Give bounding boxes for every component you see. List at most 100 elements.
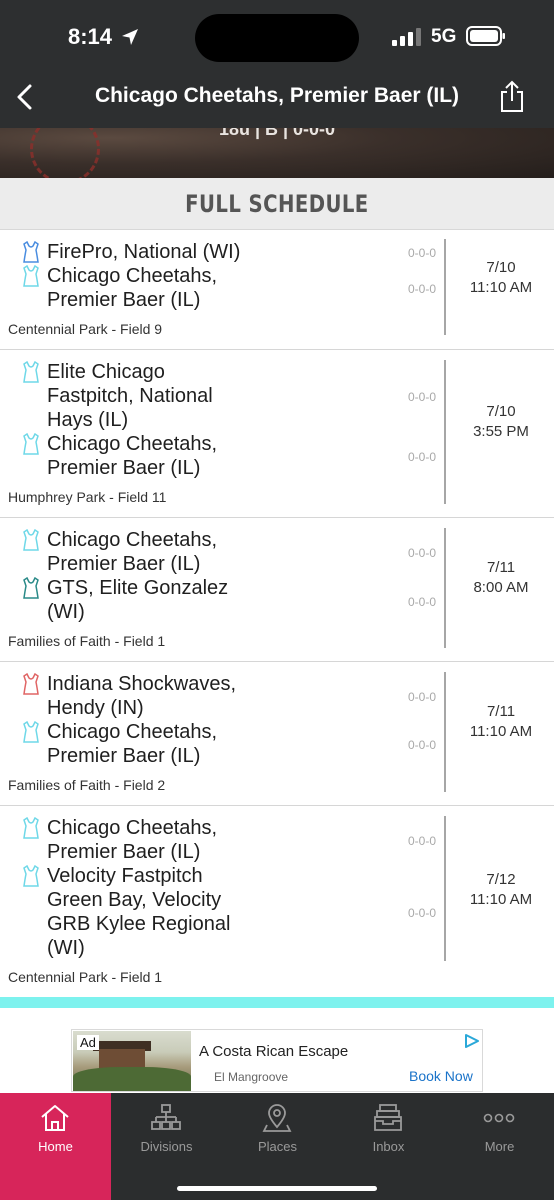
team-summary: 18u | B | 0-0-0 <box>218 128 336 139</box>
inbox-icon <box>374 1104 402 1131</box>
game-team-1: Indiana Shockwaves, Hendy (IN) <box>22 672 257 720</box>
team-name: Chicago Cheetahs, Premier Baer (IL) <box>47 721 218 767</box>
home-indicator[interactable] <box>177 1186 377 1191</box>
row-divider <box>444 360 446 504</box>
game-datetime: 7/10 11:10 AM <box>448 258 554 298</box>
team-record: 0-0-0 <box>407 246 436 260</box>
team-name: Chicago Cheetahs, Premier Baer (IL) <box>47 817 218 863</box>
game-date: 7/11 <box>486 559 516 576</box>
game-row[interactable]: Chicago Cheetahs, Premier Baer (IL) GTS,… <box>0 518 554 662</box>
game-row[interactable]: Chicago Cheetahs, Premier Baer (IL) Velo… <box>0 806 554 997</box>
team-record: 0-0-0 <box>407 738 436 752</box>
jersey-light-icon <box>23 433 39 455</box>
game-venue: Centennial Park - Field 9 <box>8 321 163 337</box>
share-icon[interactable] <box>498 80 526 114</box>
team-name: Chicago Cheetahs, Premier Baer (IL) <box>47 265 218 311</box>
team-name: Velocity Fastpitch Green Bay, Velocity G… <box>47 865 231 959</box>
ad-choices-icon[interactable] <box>464 1034 480 1048</box>
game-date: 7/11 <box>486 703 516 720</box>
divisions-icon <box>151 1104 181 1130</box>
jersey-light-icon <box>23 529 39 551</box>
tab-inbox[interactable]: Inbox <box>333 1093 444 1200</box>
jersey-dark-teal-icon <box>23 577 39 599</box>
game-team-1: Chicago Cheetahs, Premier Baer (IL) <box>22 816 257 864</box>
row-divider <box>444 528 446 648</box>
tab-places[interactable]: Places <box>222 1093 333 1200</box>
row-divider <box>444 672 446 792</box>
game-team-2: GTS, Elite Gonzalez (WI) <box>22 576 257 624</box>
game-date: 7/12 <box>486 871 516 888</box>
game-team-2: Chicago Cheetahs, Premier Baer (IL) <box>22 720 257 768</box>
location-arrow-icon <box>122 29 138 45</box>
jersey-light-icon <box>23 865 39 887</box>
game-venue: Humphrey Park - Field 11 <box>8 489 167 505</box>
team-record: 0-0-0 <box>407 546 436 560</box>
team-record: 0-0-0 <box>407 282 436 296</box>
game-time: 11:10 AM <box>469 891 533 908</box>
section-title: FULL SCHEDULE <box>185 189 369 218</box>
row-divider <box>444 239 446 335</box>
team-name: GTS, Elite Gonzalez (WI) <box>47 577 229 623</box>
game-row[interactable]: Elite Chicago Fastpitch, National Hays (… <box>0 350 554 518</box>
ad-image[interactable]: Ad <box>73 1031 191 1091</box>
team-banner: 18u | B | 0-0-0 <box>0 128 554 178</box>
dynamic-island <box>195 14 359 62</box>
team-name: Indiana Shockwaves, Hendy (IN) <box>47 673 237 719</box>
jersey-light-icon <box>23 817 39 839</box>
ad-title[interactable]: A Costa Rican Escape <box>199 1043 348 1060</box>
schedule-list: FirePro, National (WI) Chicago Cheetahs,… <box>0 230 554 997</box>
tab-label: Home <box>38 1139 73 1154</box>
game-row[interactable]: FirePro, National (WI) Chicago Cheetahs,… <box>0 230 554 350</box>
game-date: 7/10 <box>486 403 516 420</box>
game-time: 3:55 PM <box>473 423 529 440</box>
tab-label: Places <box>257 1139 298 1154</box>
page-title: Chicago Cheetahs, Premier Baer (IL) <box>94 84 460 107</box>
jersey-light-icon <box>23 721 39 743</box>
back-chevron-icon[interactable] <box>14 82 38 112</box>
map-pin-icon <box>262 1104 292 1132</box>
game-datetime: 7/10 3:55 PM <box>448 402 554 442</box>
game-venue: Families of Faith - Field 1 <box>8 633 166 649</box>
game-team-2: Velocity Fastpitch Green Bay, Velocity G… <box>22 864 257 960</box>
game-venue: Families of Faith - Field 2 <box>8 777 166 793</box>
network-type: 5G <box>431 26 457 47</box>
jersey-blue-icon <box>23 241 39 263</box>
game-team-2: Chicago Cheetahs, Premier Baer (IL) <box>22 432 257 480</box>
team-record: 0-0-0 <box>407 450 436 464</box>
status-time: 8:14 <box>68 24 113 49</box>
tab-label: More <box>484 1139 515 1154</box>
team-record: 0-0-0 <box>407 390 436 404</box>
tab-home[interactable]: Home <box>0 1093 111 1200</box>
game-team-1: FirePro, National (WI) <box>22 240 257 264</box>
tab-divisions[interactable]: Divisions <box>111 1093 222 1200</box>
game-time: 11:10 AM <box>469 279 533 296</box>
section-header: FULL SCHEDULE <box>0 178 554 230</box>
more-icon <box>483 1113 515 1123</box>
ad-image-trees <box>73 1067 191 1091</box>
tab-bar: Home Divisions Places Inbox More <box>0 1093 554 1200</box>
team-name: Chicago Cheetahs, Premier Baer (IL) <box>47 433 218 479</box>
game-row[interactable]: Indiana Shockwaves, Hendy (IN) Chicago C… <box>0 662 554 806</box>
status-bar: 8:14 5G <box>0 0 554 70</box>
battery-icon <box>466 26 505 46</box>
game-team-1: Elite Chicago Fastpitch, National Hays (… <box>22 360 257 432</box>
tab-more[interactable]: More <box>444 1093 554 1200</box>
ad-cta-button[interactable]: Book Now <box>409 1068 473 1084</box>
team-record: 0-0-0 <box>407 906 436 920</box>
row-divider <box>444 816 446 961</box>
game-datetime: 7/11 8:00 AM <box>448 558 554 598</box>
game-time: 11:10 AM <box>469 723 533 740</box>
app-header: 8:14 5G Chicago Cheetahs, Premier Baer (… <box>0 0 554 128</box>
team-name: FirePro, National (WI) <box>47 241 241 263</box>
ad-advertiser: El Mangroove <box>214 1070 289 1084</box>
tab-label: Divisions <box>140 1139 193 1154</box>
team-name: Elite Chicago Fastpitch, National Hays (… <box>47 361 213 431</box>
jersey-light-icon <box>23 265 39 287</box>
ad-banner[interactable]: Ad A Costa Rican Escape El Mangroove Boo… <box>71 1029 483 1092</box>
game-time: 8:00 AM <box>473 579 529 596</box>
ad-badge: Ad <box>77 1035 99 1050</box>
game-datetime: 7/11 11:10 AM <box>448 702 554 742</box>
jersey-light-icon <box>23 361 39 383</box>
team-record: 0-0-0 <box>407 834 436 848</box>
team-record: 0-0-0 <box>407 690 436 704</box>
